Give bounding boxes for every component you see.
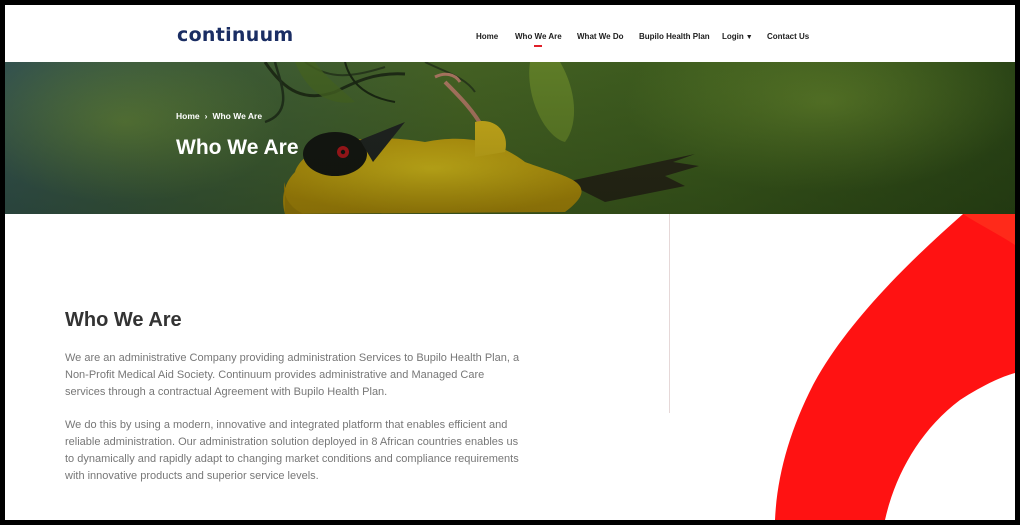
platform-paragraph: We do this by using a modern, innovative… bbox=[65, 419, 519, 482]
section-title: Who We Are bbox=[65, 309, 182, 331]
vertical-divider bbox=[669, 214, 670, 413]
intro-paragraph: We are an administrative Company providi… bbox=[65, 352, 520, 398]
page: continuum Home Who We Are What We Do Bup… bbox=[5, 5, 1015, 520]
